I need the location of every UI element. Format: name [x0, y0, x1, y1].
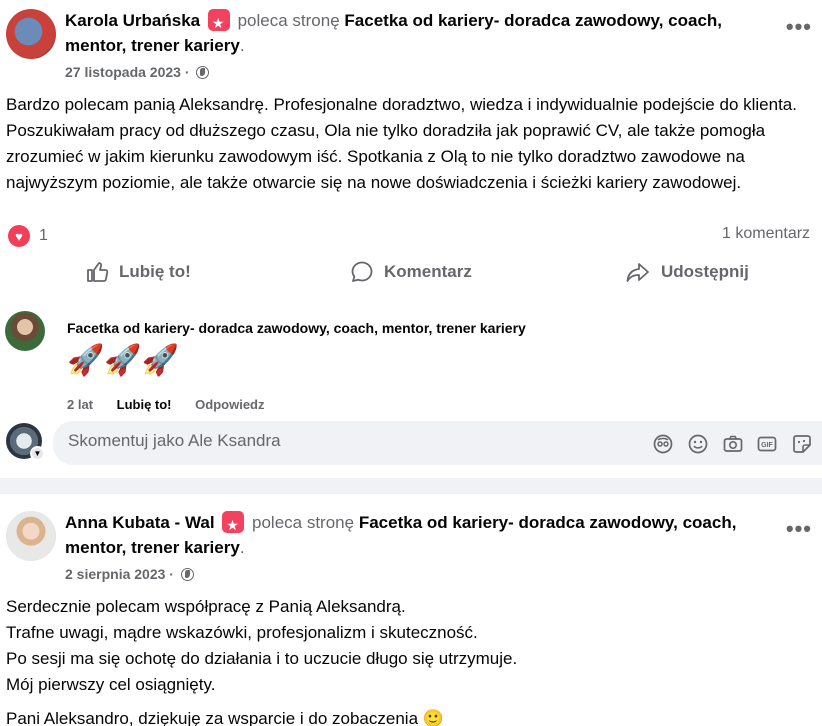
sticker-icon[interactable]: [791, 433, 813, 455]
post-date[interactable]: 2 sierpnia 2023: [65, 566, 165, 582]
post-body-line: Mój pierwszy cel osiągnięty.: [6, 675, 216, 694]
comment-meta: 2 lat Lubię to! Odpowiedz: [67, 397, 285, 412]
post-header: Karola Urbańska poleca stronę Facetka od…: [65, 8, 770, 58]
post-header: Anna Kubata - Wal poleca stronę Facetka …: [65, 510, 770, 560]
recommend-star-icon: [222, 511, 245, 538]
heart-icon: ♥: [8, 225, 30, 247]
comment-button[interactable]: Komentarz: [350, 260, 472, 284]
comment-text: 🚀🚀🚀: [67, 344, 180, 377]
post-body-line: Pani Aleksandro, dziękuję za wsparcie i …: [6, 709, 444, 726]
post-body: Serdecznie polecam współpracę z Panią Al…: [6, 594, 818, 726]
globe-icon: [196, 66, 210, 79]
emoji-icon[interactable]: [687, 433, 709, 455]
action-bar: Lubię to! Komentarz Udostępnij: [0, 254, 822, 294]
reaction-count: 1: [39, 227, 48, 244]
comment-age[interactable]: 2 lat: [67, 397, 93, 412]
share-label: Udostępnij: [661, 262, 749, 281]
like-button[interactable]: Lubię to!: [85, 260, 191, 284]
post-body-line: Po sesji ma się ochotę do działania i to…: [6, 649, 518, 668]
post-body-line: Trafne uwagi, mądre wskazówki, profesjon…: [6, 623, 478, 642]
chevron-down-icon[interactable]: ▼: [30, 446, 45, 461]
comment-reply-button[interactable]: Odpowiedz: [195, 397, 264, 412]
thumbs-up-icon: [87, 262, 109, 282]
share-arrow-icon: [626, 263, 649, 282]
comment-input[interactable]: [68, 431, 568, 451]
like-label: Lubię to!: [119, 262, 191, 281]
svg-text:GIF: GIF: [761, 442, 773, 449]
recommends-text: poleca stronę: [252, 513, 355, 532]
comment-avatar[interactable]: [5, 311, 45, 351]
comment-count-link[interactable]: 1 komentarz: [722, 225, 810, 243]
more-options-button[interactable]: •••: [786, 16, 812, 38]
avatar[interactable]: [6, 511, 56, 561]
share-button[interactable]: Udostępnij: [625, 260, 749, 284]
avatar[interactable]: [6, 9, 56, 59]
post-body: Bardzo polecam panią Aleksandrę. Profesj…: [6, 95, 797, 192]
feed-separator: [0, 478, 822, 494]
review-post: Karola Urbańska poleca stronę Facetka od…: [0, 0, 822, 478]
post-body-line: Serdecznie polecam współpracę z Panią Al…: [6, 597, 406, 616]
recommend-star-icon: [207, 9, 230, 36]
recommends-text: poleca stronę: [237, 11, 340, 30]
comment-label: Komentarz: [384, 262, 472, 281]
more-options-button[interactable]: •••: [786, 518, 812, 540]
post-date[interactable]: 27 listopada 2023: [65, 64, 181, 80]
comment-like-button[interactable]: Lubię to!: [117, 397, 172, 412]
post-meta: 27 listopada 2023 ·: [65, 63, 210, 81]
gif-icon[interactable]: GIF: [756, 433, 778, 455]
author-name[interactable]: Anna Kubata - Wal: [65, 513, 215, 532]
comment-composer: GIF: [53, 421, 822, 465]
camera-icon[interactable]: [722, 433, 744, 455]
globe-icon: [180, 568, 194, 581]
author-name[interactable]: Karola Urbańska: [65, 11, 200, 30]
post-meta: 2 sierpnia 2023 ·: [65, 565, 194, 583]
avatar-sticker-icon[interactable]: [652, 433, 674, 455]
comment-author[interactable]: Facetka od kariery- doradca zawodowy, co…: [67, 320, 526, 336]
comment-bubble-icon: [351, 261, 373, 282]
reactions-summary[interactable]: ♥ 1: [8, 225, 48, 247]
